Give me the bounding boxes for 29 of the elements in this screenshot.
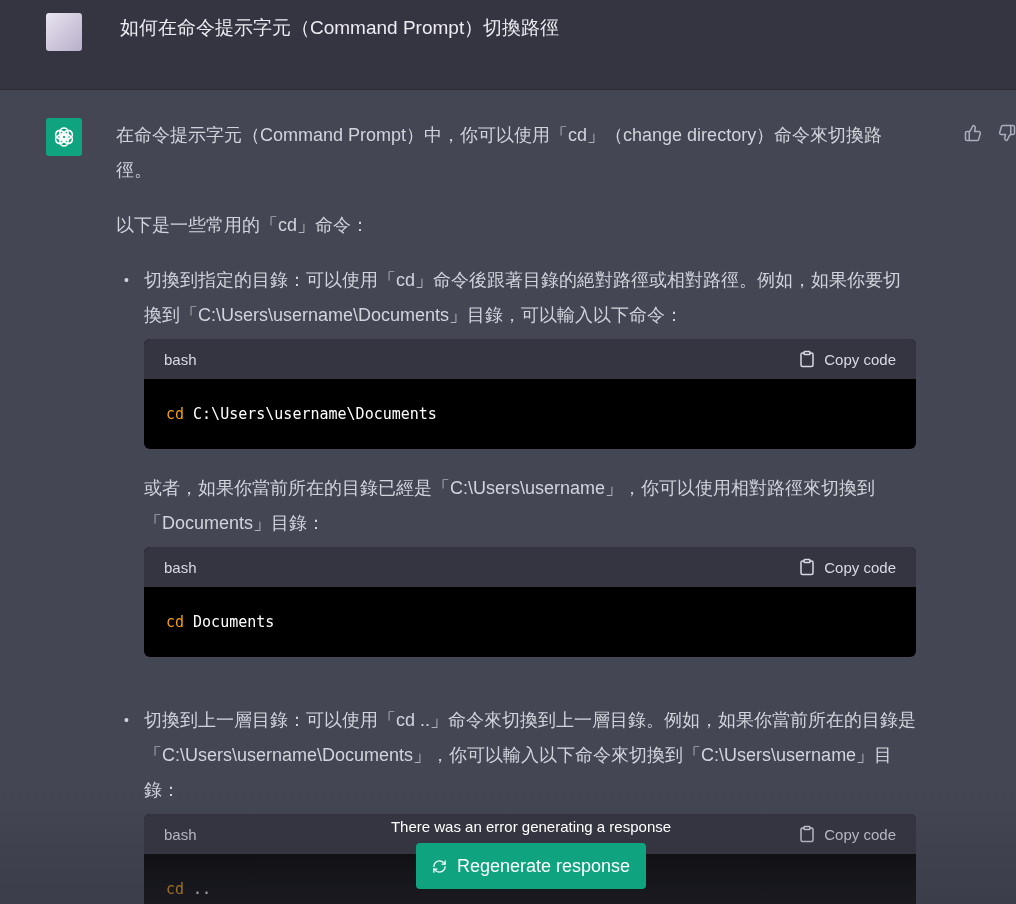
list-item-text: 切換到指定的目錄：可以使用「cd」命令後跟著目錄的絕對路徑或相對路徑。例如，如果你要切換到「C:\Users\username\Documents」目錄，可以輸入以下命令： (144, 269, 902, 327)
copy-code-button[interactable]: Copy code (798, 558, 896, 576)
clipboard-icon (798, 558, 817, 576)
thumbs-down-icon[interactable] (998, 124, 1016, 142)
thumbs-up-icon[interactable] (964, 124, 982, 142)
code-language: bash (164, 349, 197, 370)
refresh-icon (431, 858, 447, 874)
code-token: cd (166, 878, 185, 900)
answer-paragraph: 以下是一些常用的「cd」命令： (116, 214, 370, 237)
copy-code-button[interactable]: Copy code (798, 350, 896, 368)
bullet: • (124, 711, 130, 730)
bullet: • (124, 271, 130, 290)
code-token: C:\Users\username\Documents (193, 403, 437, 425)
user-question: 如何在命令提示字元（Command Prompt）切換路徑 (120, 16, 560, 40)
answer-paragraph: 在命令提示字元（Command Prompt）中，你可以使用「cd」（change directory）命令來切換路徑。 (116, 124, 884, 182)
code-token: cd (166, 611, 185, 633)
openai-logo-icon (52, 125, 76, 149)
clipboard-icon (798, 825, 817, 843)
code-token: cd (166, 403, 185, 425)
list-item-text: 或者，如果你當前所在的目錄已經是「C:\Users\username」，你可以使用相對路徑來切換到「Documents」目錄： (144, 477, 877, 535)
clipboard-icon (798, 350, 817, 368)
copy-code-button[interactable]: Copy code (798, 825, 896, 843)
error-message: There was an error generating a response (390, 818, 672, 835)
list-item-text: 切換到上一層目錄：可以使用「cd ..」命令來切換到上一層目錄。例如，如果你當前所在的目錄是「C:\Users\username\Documents」，你可以輸入以下命令來切換到「C:\Users\username」目錄： (144, 709, 916, 802)
code-language: bash (164, 557, 197, 578)
code-language: bash (164, 824, 197, 845)
code-token: .. (193, 878, 212, 900)
code-token: Documents (193, 611, 275, 633)
user-avatar (46, 13, 82, 51)
